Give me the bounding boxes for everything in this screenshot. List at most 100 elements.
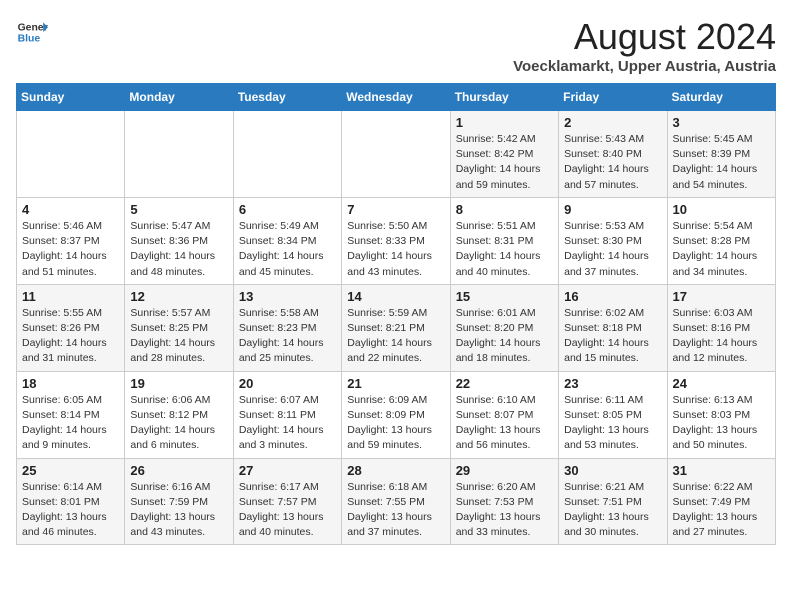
day-info: Sunrise: 6:05 AMSunset: 8:14 PMDaylight:… — [22, 393, 119, 454]
day-info: Sunrise: 6:17 AMSunset: 7:57 PMDaylight:… — [239, 480, 336, 541]
day-info: Sunrise: 6:06 AMSunset: 8:12 PMDaylight:… — [130, 393, 227, 454]
calendar-cell: 14 Sunrise: 5:59 AMSunset: 8:21 PMDayligh… — [342, 284, 450, 371]
calendar-cell: 2 Sunrise: 5:43 AMSunset: 8:40 PMDaylight… — [559, 111, 667, 198]
calendar-cell: 23 Sunrise: 6:11 AMSunset: 8:05 PMDayligh… — [559, 371, 667, 458]
weekday-header-row: SundayMondayTuesdayWednesdayThursdayFrid… — [17, 84, 776, 111]
day-number: 15 — [456, 289, 553, 304]
day-number: 23 — [564, 376, 661, 391]
day-number: 6 — [239, 202, 336, 217]
day-number: 8 — [456, 202, 553, 217]
calendar-cell: 15 Sunrise: 6:01 AMSunset: 8:20 PMDayligh… — [450, 284, 558, 371]
calendar-cell: 5 Sunrise: 5:47 AMSunset: 8:36 PMDaylight… — [125, 197, 233, 284]
weekday-header-tuesday: Tuesday — [233, 84, 341, 111]
weekday-header-sunday: Sunday — [17, 84, 125, 111]
day-info: Sunrise: 6:01 AMSunset: 8:20 PMDaylight:… — [456, 306, 553, 367]
weekday-header-thursday: Thursday — [450, 84, 558, 111]
day-number: 27 — [239, 463, 336, 478]
day-number: 31 — [673, 463, 770, 478]
day-info: Sunrise: 6:07 AMSunset: 8:11 PMDaylight:… — [239, 393, 336, 454]
day-number: 4 — [22, 202, 119, 217]
calendar-cell: 3 Sunrise: 5:45 AMSunset: 8:39 PMDaylight… — [667, 111, 775, 198]
day-number: 22 — [456, 376, 553, 391]
day-info: Sunrise: 5:58 AMSunset: 8:23 PMDaylight:… — [239, 306, 336, 367]
day-info: Sunrise: 5:50 AMSunset: 8:33 PMDaylight:… — [347, 219, 444, 280]
day-info: Sunrise: 6:13 AMSunset: 8:03 PMDaylight:… — [673, 393, 770, 454]
day-info: Sunrise: 6:22 AMSunset: 7:49 PMDaylight:… — [673, 480, 770, 541]
calendar-cell: 10 Sunrise: 5:54 AMSunset: 8:28 PMDayligh… — [667, 197, 775, 284]
calendar-cell: 18Sunrise: 6:05 AMSunset: 8:14 PMDayligh… — [17, 371, 125, 458]
day-info: Sunrise: 6:11 AMSunset: 8:05 PMDaylight:… — [564, 393, 661, 454]
day-info: Sunrise: 5:55 AMSunset: 8:26 PMDaylight:… — [22, 306, 119, 367]
day-number: 11 — [22, 289, 119, 304]
day-info: Sunrise: 6:09 AMSunset: 8:09 PMDaylight:… — [347, 393, 444, 454]
calendar-table: SundayMondayTuesdayWednesdayThursdayFrid… — [16, 83, 776, 545]
page-header: General Blue August 2024 Voecklamarkt, U… — [16, 16, 776, 75]
day-info: Sunrise: 5:54 AMSunset: 8:28 PMDaylight:… — [673, 219, 770, 280]
calendar-cell: 16 Sunrise: 6:02 AMSunset: 8:18 PMDayligh… — [559, 284, 667, 371]
calendar-cell: 17Sunrise: 6:03 AMSunset: 8:16 PMDayligh… — [667, 284, 775, 371]
day-info: Sunrise: 6:02 AMSunset: 8:18 PMDaylight:… — [564, 306, 661, 367]
calendar-cell — [233, 111, 341, 198]
calendar-cell: 7Sunrise: 5:50 AMSunset: 8:33 PMDaylight… — [342, 197, 450, 284]
day-number: 2 — [564, 115, 661, 130]
calendar-cell: 4Sunrise: 5:46 AMSunset: 8:37 PMDaylight… — [17, 197, 125, 284]
day-number: 19 — [130, 376, 227, 391]
logo-icon: General Blue — [16, 16, 48, 48]
calendar-cell: 19 Sunrise: 6:06 AMSunset: 8:12 PMDayligh… — [125, 371, 233, 458]
calendar-cell: 29Sunrise: 6:20 AMSunset: 7:53 PMDayligh… — [450, 458, 558, 545]
day-number: 3 — [673, 115, 770, 130]
calendar-cell: 24Sunrise: 6:13 AMSunset: 8:03 PMDayligh… — [667, 371, 775, 458]
day-info: Sunrise: 6:16 AMSunset: 7:59 PMDaylight:… — [130, 480, 227, 541]
calendar-cell: 25Sunrise: 6:14 AMSunset: 8:01 PMDayligh… — [17, 458, 125, 545]
calendar-cell: 30 Sunrise: 6:21 AMSunset: 7:51 PMDayligh… — [559, 458, 667, 545]
day-number: 16 — [564, 289, 661, 304]
day-number: 25 — [22, 463, 119, 478]
day-number: 30 — [564, 463, 661, 478]
title-area: August 2024 Voecklamarkt, Upper Austria,… — [513, 16, 776, 75]
day-number: 26 — [130, 463, 227, 478]
location: Voecklamarkt, Upper Austria, Austria — [513, 58, 776, 75]
day-info: Sunrise: 6:18 AMSunset: 7:55 PMDaylight:… — [347, 480, 444, 541]
day-info: Sunrise: 6:21 AMSunset: 7:51 PMDaylight:… — [564, 480, 661, 541]
svg-text:Blue: Blue — [18, 34, 41, 45]
day-info: Sunrise: 6:10 AMSunset: 8:07 PMDaylight:… — [456, 393, 553, 454]
day-number: 14 — [347, 289, 444, 304]
weekday-header-saturday: Saturday — [667, 84, 775, 111]
calendar-cell: 21Sunrise: 6:09 AMSunset: 8:09 PMDayligh… — [342, 371, 450, 458]
day-info: Sunrise: 5:43 AMSunset: 8:40 PMDaylight:… — [564, 132, 661, 193]
calendar-cell — [125, 111, 233, 198]
day-info: Sunrise: 5:49 AMSunset: 8:34 PMDaylight:… — [239, 219, 336, 280]
calendar-cell: 27 Sunrise: 6:17 AMSunset: 7:57 PMDayligh… — [233, 458, 341, 545]
day-info: Sunrise: 6:03 AMSunset: 8:16 PMDaylight:… — [673, 306, 770, 367]
day-info: Sunrise: 5:53 AMSunset: 8:30 PMDaylight:… — [564, 219, 661, 280]
calendar-cell: 12Sunrise: 5:57 AMSunset: 8:25 PMDayligh… — [125, 284, 233, 371]
calendar-cell: 6 Sunrise: 5:49 AMSunset: 8:34 PMDaylight… — [233, 197, 341, 284]
day-number: 10 — [673, 202, 770, 217]
day-number: 5 — [130, 202, 227, 217]
weekday-header-wednesday: Wednesday — [342, 84, 450, 111]
day-number: 29 — [456, 463, 553, 478]
calendar-week-row: 4Sunrise: 5:46 AMSunset: 8:37 PMDaylight… — [17, 197, 776, 284]
calendar-cell: 13Sunrise: 5:58 AMSunset: 8:23 PMDayligh… — [233, 284, 341, 371]
calendar-cell — [342, 111, 450, 198]
calendar-cell: 11 Sunrise: 5:55 AMSunset: 8:26 PMDayligh… — [17, 284, 125, 371]
weekday-header-monday: Monday — [125, 84, 233, 111]
calendar-week-row: 18Sunrise: 6:05 AMSunset: 8:14 PMDayligh… — [17, 371, 776, 458]
day-info: Sunrise: 5:47 AMSunset: 8:36 PMDaylight:… — [130, 219, 227, 280]
calendar-week-row: 11 Sunrise: 5:55 AMSunset: 8:26 PMDayligh… — [17, 284, 776, 371]
calendar-week-row: 25Sunrise: 6:14 AMSunset: 8:01 PMDayligh… — [17, 458, 776, 545]
day-info: Sunrise: 5:59 AMSunset: 8:21 PMDaylight:… — [347, 306, 444, 367]
day-info: Sunrise: 5:45 AMSunset: 8:39 PMDaylight:… — [673, 132, 770, 193]
calendar-cell: 26 Sunrise: 6:16 AMSunset: 7:59 PMDayligh… — [125, 458, 233, 545]
calendar-cell — [17, 111, 125, 198]
day-number: 9 — [564, 202, 661, 217]
weekday-header-friday: Friday — [559, 84, 667, 111]
calendar-cell: 9 Sunrise: 5:53 AMSunset: 8:30 PMDaylight… — [559, 197, 667, 284]
calendar-week-row: 1Sunrise: 5:42 AMSunset: 8:42 PMDaylight… — [17, 111, 776, 198]
day-number: 28 — [347, 463, 444, 478]
calendar-cell: 31 Sunrise: 6:22 AMSunset: 7:49 PMDayligh… — [667, 458, 775, 545]
calendar-cell: 28 Sunrise: 6:18 AMSunset: 7:55 PMDayligh… — [342, 458, 450, 545]
calendar-cell: 22 Sunrise: 6:10 AMSunset: 8:07 PMDayligh… — [450, 371, 558, 458]
day-number: 20 — [239, 376, 336, 391]
month-year: August 2024 — [513, 16, 776, 58]
